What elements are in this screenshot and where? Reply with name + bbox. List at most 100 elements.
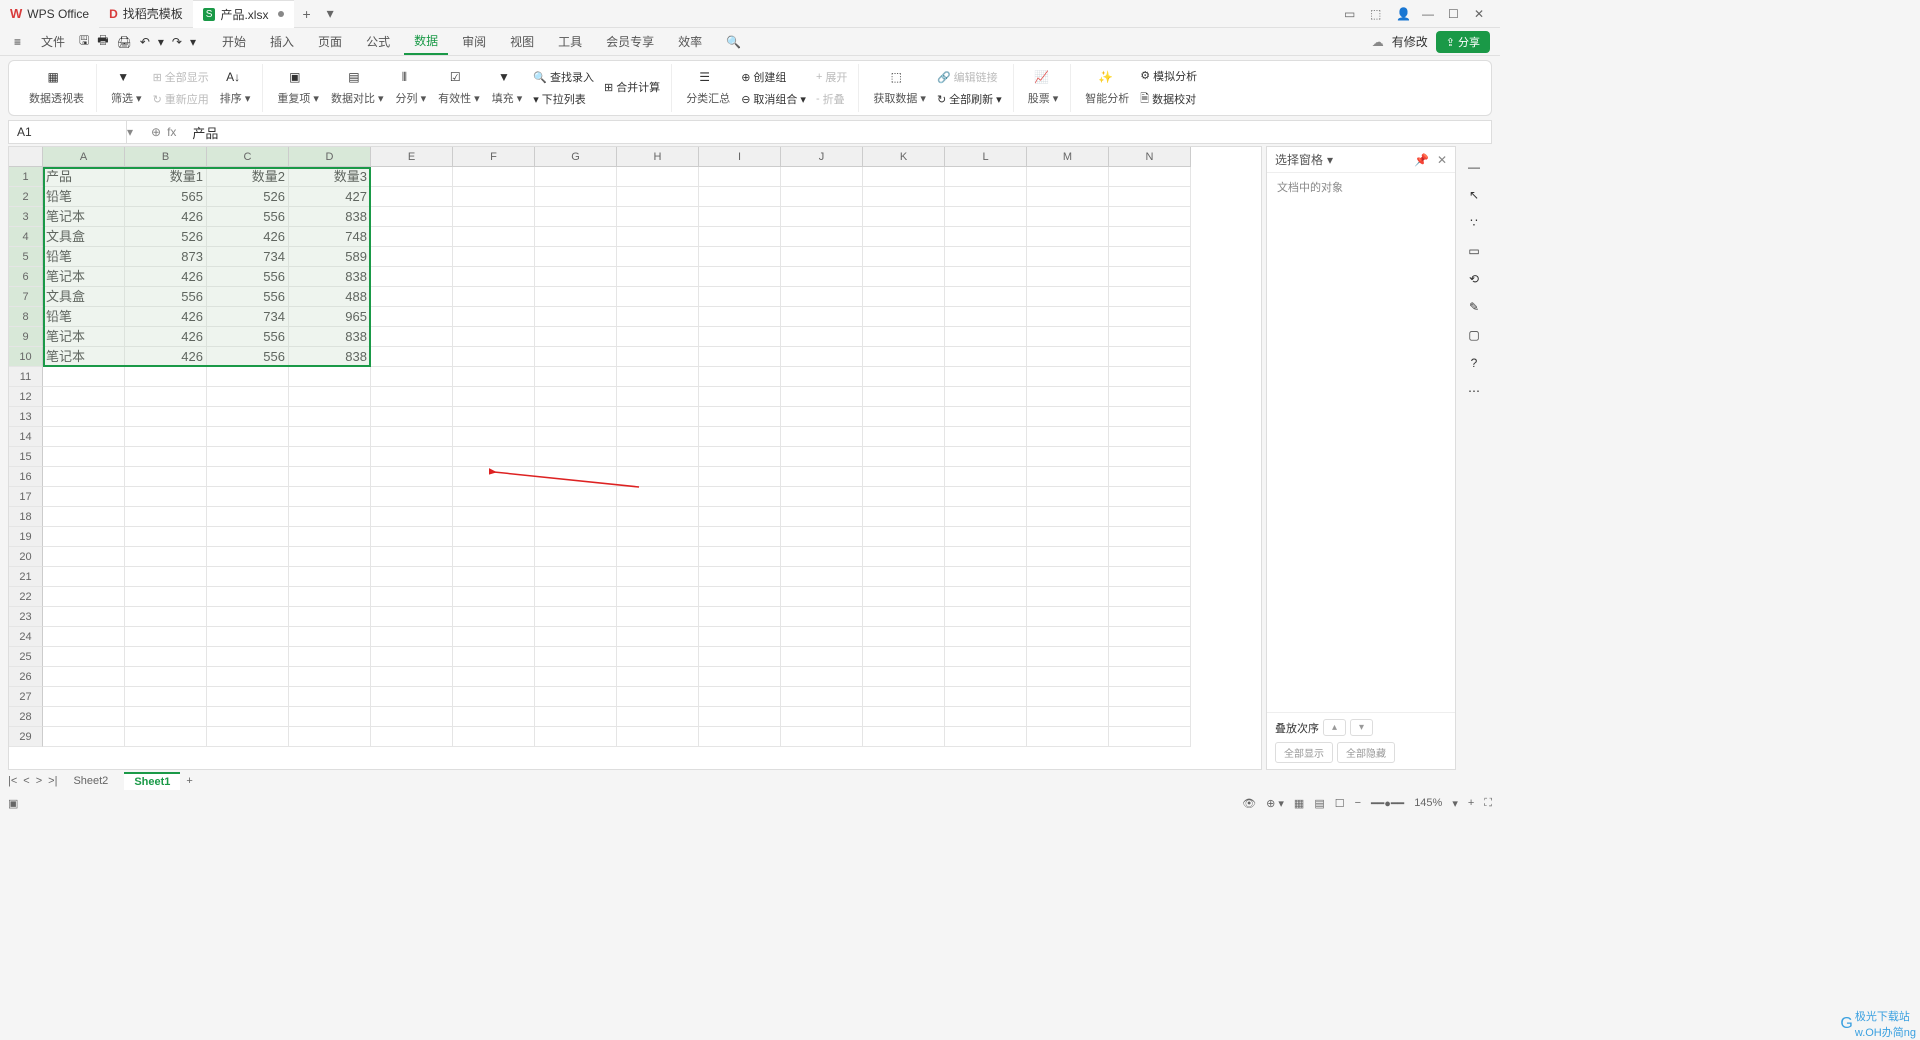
cell[interactable] bbox=[535, 327, 617, 347]
cell[interactable] bbox=[535, 247, 617, 267]
cell[interactable] bbox=[781, 347, 863, 367]
cell[interactable] bbox=[1109, 267, 1191, 287]
cell[interactable] bbox=[43, 707, 125, 727]
cell[interactable] bbox=[699, 367, 781, 387]
cell[interactable] bbox=[1109, 647, 1191, 667]
cell[interactable] bbox=[1027, 307, 1109, 327]
cell[interactable] bbox=[371, 487, 453, 507]
cell[interactable] bbox=[945, 507, 1027, 527]
cell[interactable] bbox=[1109, 207, 1191, 227]
refresh-button[interactable]: ↻全部刷新 ▾ bbox=[932, 89, 1007, 109]
cell[interactable] bbox=[1027, 527, 1109, 547]
cell[interactable] bbox=[371, 327, 453, 347]
cell[interactable] bbox=[863, 267, 945, 287]
cell[interactable]: 556 bbox=[207, 207, 289, 227]
cube-icon[interactable]: ⬚ bbox=[1370, 7, 1384, 21]
cell[interactable] bbox=[371, 307, 453, 327]
cell[interactable] bbox=[371, 387, 453, 407]
cell[interactable] bbox=[125, 527, 207, 547]
cell[interactable] bbox=[699, 467, 781, 487]
cell[interactable] bbox=[125, 387, 207, 407]
cell[interactable] bbox=[453, 427, 535, 447]
search-icon[interactable]: 🔍 bbox=[716, 35, 751, 49]
cell[interactable] bbox=[535, 467, 617, 487]
cell[interactable] bbox=[1109, 527, 1191, 547]
cell[interactable] bbox=[207, 387, 289, 407]
cell[interactable] bbox=[781, 427, 863, 447]
col-header[interactable]: I bbox=[699, 147, 781, 167]
cell[interactable] bbox=[945, 427, 1027, 447]
cell[interactable] bbox=[453, 467, 535, 487]
row-header[interactable]: 26 bbox=[9, 667, 43, 687]
menu-page[interactable]: 页面 bbox=[308, 29, 352, 54]
menu-start[interactable]: 开始 bbox=[212, 29, 256, 54]
cell[interactable] bbox=[125, 407, 207, 427]
cell[interactable]: 铅笔 bbox=[43, 187, 125, 207]
cell[interactable] bbox=[699, 587, 781, 607]
cell[interactable] bbox=[699, 427, 781, 447]
cell[interactable]: 笔记本 bbox=[43, 207, 125, 227]
cell[interactable]: 铅笔 bbox=[43, 247, 125, 267]
cell[interactable] bbox=[371, 227, 453, 247]
cell[interactable] bbox=[945, 487, 1027, 507]
cell[interactable] bbox=[945, 207, 1027, 227]
formula-input[interactable]: 产品 bbox=[184, 123, 1491, 142]
cell[interactable] bbox=[1027, 467, 1109, 487]
cell[interactable] bbox=[781, 567, 863, 587]
cell[interactable] bbox=[1109, 347, 1191, 367]
cell[interactable] bbox=[43, 487, 125, 507]
cell[interactable] bbox=[207, 587, 289, 607]
cell[interactable]: 文具盒 bbox=[43, 227, 125, 247]
cell[interactable] bbox=[1109, 247, 1191, 267]
cell[interactable] bbox=[863, 387, 945, 407]
cell[interactable] bbox=[43, 527, 125, 547]
cell[interactable] bbox=[863, 587, 945, 607]
tool4-icon[interactable]: ✎ bbox=[1469, 300, 1479, 314]
sort-button[interactable]: A↓排序 ▾ bbox=[214, 68, 257, 108]
row-header[interactable]: 3 bbox=[9, 207, 43, 227]
cell[interactable] bbox=[1027, 567, 1109, 587]
cell[interactable] bbox=[1109, 507, 1191, 527]
cell[interactable] bbox=[781, 387, 863, 407]
cell[interactable] bbox=[699, 267, 781, 287]
cell[interactable] bbox=[289, 627, 371, 647]
cell[interactable] bbox=[125, 707, 207, 727]
cell[interactable] bbox=[617, 527, 699, 547]
cell[interactable] bbox=[699, 547, 781, 567]
down-button[interactable]: ▾ bbox=[1350, 719, 1373, 736]
cell[interactable] bbox=[863, 227, 945, 247]
cell[interactable]: 734 bbox=[207, 307, 289, 327]
cell[interactable] bbox=[945, 567, 1027, 587]
find-input-button[interactable]: 🔍查找录入 bbox=[528, 67, 599, 87]
menu-efficiency[interactable]: 效率 bbox=[668, 29, 712, 54]
cell[interactable] bbox=[535, 667, 617, 687]
cell[interactable] bbox=[535, 387, 617, 407]
col-header[interactable]: F bbox=[453, 147, 535, 167]
cell[interactable] bbox=[371, 667, 453, 687]
cell[interactable] bbox=[371, 567, 453, 587]
cell[interactable] bbox=[535, 687, 617, 707]
cell[interactable] bbox=[535, 407, 617, 427]
last-sheet-icon[interactable]: >| bbox=[48, 775, 57, 787]
cell[interactable] bbox=[1109, 467, 1191, 487]
hide-all-chip[interactable]: 全部隐藏 bbox=[1337, 742, 1395, 763]
cell[interactable] bbox=[1109, 327, 1191, 347]
cell[interactable] bbox=[781, 227, 863, 247]
cell[interactable] bbox=[617, 607, 699, 627]
cell[interactable] bbox=[453, 167, 535, 187]
cell[interactable] bbox=[699, 647, 781, 667]
cell[interactable] bbox=[863, 167, 945, 187]
cell[interactable] bbox=[863, 247, 945, 267]
cell[interactable] bbox=[781, 607, 863, 627]
cell[interactable] bbox=[699, 707, 781, 727]
cell[interactable] bbox=[945, 707, 1027, 727]
cell[interactable] bbox=[1027, 587, 1109, 607]
row-header[interactable]: 23 bbox=[9, 607, 43, 627]
cell[interactable] bbox=[945, 527, 1027, 547]
cell[interactable] bbox=[289, 707, 371, 727]
view-break-icon[interactable]: ☐ bbox=[1335, 797, 1345, 810]
cell[interactable] bbox=[781, 447, 863, 467]
name-box[interactable]: A1 bbox=[9, 121, 127, 143]
chevron-down-icon[interactable]: ▾ bbox=[1327, 153, 1333, 167]
cell[interactable] bbox=[945, 247, 1027, 267]
